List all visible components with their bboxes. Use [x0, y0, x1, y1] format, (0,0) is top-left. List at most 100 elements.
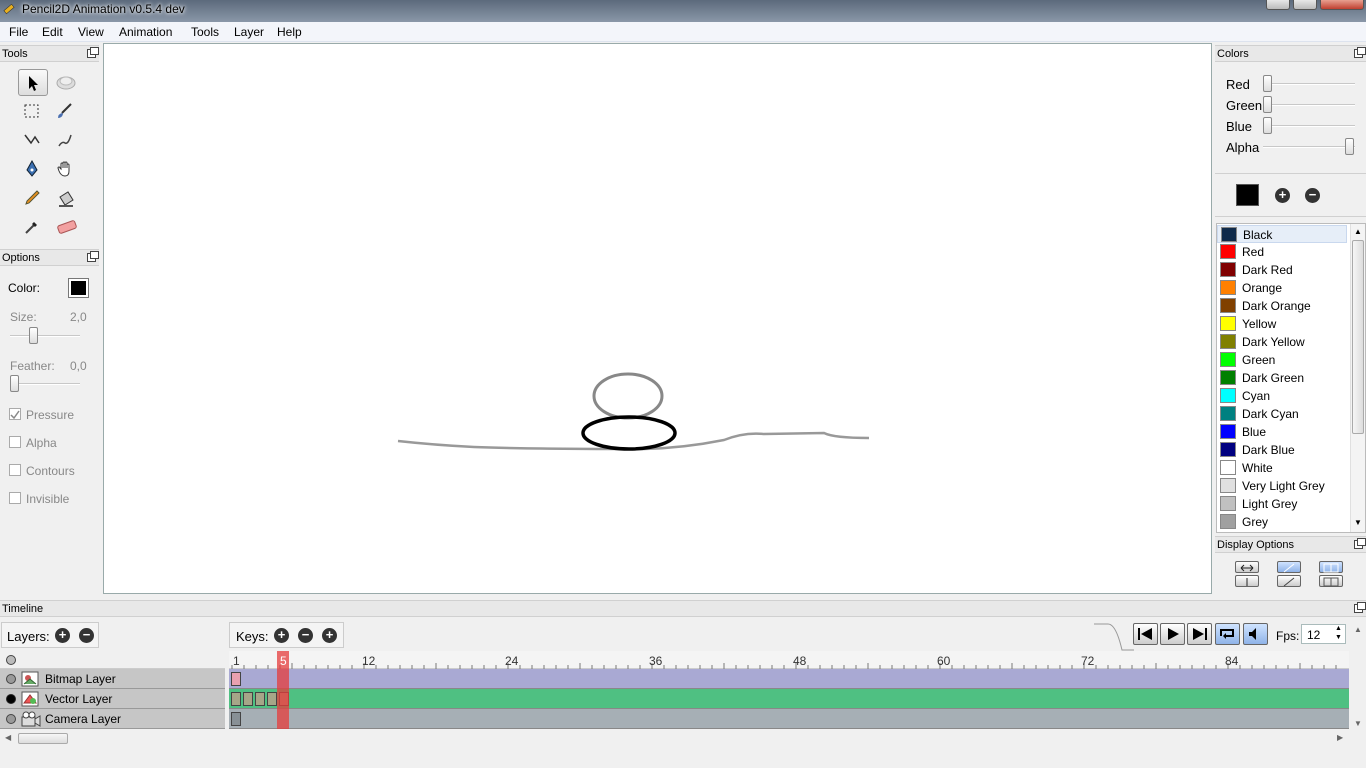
layer-visibility-icon[interactable]: [6, 714, 16, 724]
mirror-button[interactable]: [1319, 561, 1343, 573]
alpha-slider-track[interactable]: [1263, 146, 1355, 148]
palette-item[interactable]: Orange: [1217, 279, 1347, 297]
select-tool-button[interactable]: [18, 69, 48, 96]
eyedropper-tool-button[interactable]: [18, 214, 48, 241]
palette-item[interactable]: Dark Cyan: [1217, 405, 1347, 423]
layer-row-camera[interactable]: Camera Layer: [0, 709, 225, 729]
palette-item[interactable]: Dark Blue: [1217, 441, 1347, 459]
palette-item[interactable]: Red: [1217, 243, 1347, 261]
track-bitmap[interactable]: [229, 669, 1349, 689]
size-slider-handle[interactable]: [29, 327, 38, 344]
menu-view[interactable]: View: [78, 25, 104, 39]
palette-item[interactable]: Dark Yellow: [1217, 333, 1347, 351]
palette-item[interactable]: Dark Orange: [1217, 297, 1347, 315]
palette-item[interactable]: White: [1217, 459, 1347, 477]
track-camera[interactable]: [229, 709, 1349, 729]
alpha-slider-handle[interactable]: [1345, 138, 1354, 155]
scroll-left-arrow-icon[interactable]: ◀: [5, 733, 11, 742]
menu-edit[interactable]: Edit: [42, 25, 63, 39]
add-layer-button[interactable]: +: [55, 628, 70, 643]
blue-slider-handle[interactable]: [1263, 117, 1272, 134]
palette-item[interactable]: Grey: [1217, 513, 1347, 531]
add-color-button[interactable]: +: [1275, 188, 1290, 203]
add-key-button[interactable]: +: [274, 628, 289, 643]
visibility-toggle-all-icon[interactable]: [6, 655, 16, 665]
color-swatch-button[interactable]: [68, 278, 89, 298]
hand-tool-button[interactable]: [51, 156, 81, 183]
drawing-canvas[interactable]: [103, 43, 1212, 594]
palette-item[interactable]: Yellow: [1217, 315, 1347, 333]
size-slider-track[interactable]: [10, 335, 80, 337]
palette-item[interactable]: Black: [1217, 225, 1347, 243]
palette-item[interactable]: Blue: [1217, 423, 1347, 441]
close-button[interactable]: [1320, 0, 1364, 10]
palette-item[interactable]: Cyan: [1217, 387, 1347, 405]
next-frame-button[interactable]: [1187, 623, 1212, 645]
timeline-horizontal-scrollbar[interactable]: ◀ ▶: [0, 731, 1350, 746]
menu-animation[interactable]: Animation: [119, 25, 172, 39]
invisible-checkbox[interactable]: [9, 492, 21, 504]
eraser-tool-button[interactable]: [51, 214, 81, 241]
scroll-thumb[interactable]: [1352, 240, 1364, 434]
current-color-swatch[interactable]: [1236, 184, 1259, 206]
smudge-tool-button[interactable]: [51, 69, 81, 96]
track-vector[interactable]: [229, 689, 1349, 709]
green-slider-track[interactable]: [1263, 104, 1355, 106]
float-panel-icon[interactable]: [1354, 538, 1366, 549]
keyframe[interactable]: [243, 692, 253, 706]
timeline-vertical-scrollbar[interactable]: ▲ ▼: [1350, 623, 1365, 731]
maximize-button[interactable]: [1293, 0, 1317, 10]
outlines-button[interactable]: [1277, 575, 1301, 587]
play-button[interactable]: [1160, 623, 1185, 645]
frame-ruler[interactable]: 1 5 12 24 36 48 60 72 84: [229, 651, 1349, 669]
feather-slider-track[interactable]: [10, 383, 80, 385]
feather-slider-handle[interactable]: [10, 375, 19, 392]
float-panel-icon[interactable]: [87, 47, 99, 58]
layer-visibility-icon[interactable]: [6, 694, 16, 704]
menu-layer[interactable]: Layer: [234, 25, 264, 39]
remove-layer-button[interactable]: −: [79, 628, 94, 643]
menu-tools[interactable]: Tools: [191, 25, 219, 39]
green-slider-handle[interactable]: [1263, 96, 1272, 113]
onion-skin-prev-button[interactable]: [1277, 561, 1301, 573]
scroll-down-arrow-icon[interactable]: ▼: [1354, 719, 1362, 728]
keyframe[interactable]: [255, 692, 265, 706]
layer-visibility-icon[interactable]: [6, 674, 16, 684]
mirror-vertical-button[interactable]: [1319, 575, 1343, 587]
layer-row-bitmap[interactable]: Bitmap Layer: [0, 669, 225, 689]
flip-vertical-button[interactable]: [1235, 575, 1259, 587]
remove-key-button[interactable]: −: [298, 628, 313, 643]
remove-color-button[interactable]: −: [1305, 188, 1320, 203]
red-slider-handle[interactable]: [1263, 75, 1272, 92]
palette-item[interactable]: Dark Green: [1217, 369, 1347, 387]
flip-horizontal-button[interactable]: [1235, 561, 1259, 573]
minimize-button[interactable]: [1266, 0, 1290, 10]
red-slider-track[interactable]: [1263, 83, 1355, 85]
palette-scrollbar[interactable]: ▲ ▼: [1350, 224, 1365, 532]
keyframe[interactable]: [231, 692, 241, 706]
spin-up-arrow-icon[interactable]: ▲: [1335, 625, 1342, 632]
menu-help[interactable]: Help: [277, 25, 302, 39]
keyframe[interactable]: [231, 672, 241, 686]
scroll-up-arrow-icon[interactable]: ▲: [1354, 227, 1362, 236]
polyline-tool-button[interactable]: [18, 127, 48, 154]
keyframe[interactable]: [231, 712, 241, 726]
brush-tool-button[interactable]: [51, 98, 81, 125]
contours-checkbox[interactable]: [9, 464, 21, 476]
float-panel-icon[interactable]: [1354, 47, 1366, 58]
palette-item[interactable]: Dark Red: [1217, 261, 1347, 279]
palette-item[interactable]: Light Grey: [1217, 495, 1347, 513]
marquee-tool-button[interactable]: [18, 98, 48, 125]
bucket-tool-button[interactable]: [51, 185, 81, 212]
pressure-checkbox[interactable]: [9, 408, 21, 420]
alpha-checkbox[interactable]: [9, 436, 21, 448]
float-panel-icon[interactable]: [1354, 602, 1366, 613]
keyframe[interactable]: [267, 692, 277, 706]
sound-button[interactable]: [1243, 623, 1268, 645]
previous-frame-button[interactable]: [1133, 623, 1158, 645]
scroll-thumb[interactable]: [18, 733, 68, 744]
blue-slider-track[interactable]: [1263, 125, 1355, 127]
eraser-line-tool-button[interactable]: [51, 127, 81, 154]
pencil-tool-button[interactable]: [18, 185, 48, 212]
menu-file[interactable]: File: [9, 25, 28, 39]
